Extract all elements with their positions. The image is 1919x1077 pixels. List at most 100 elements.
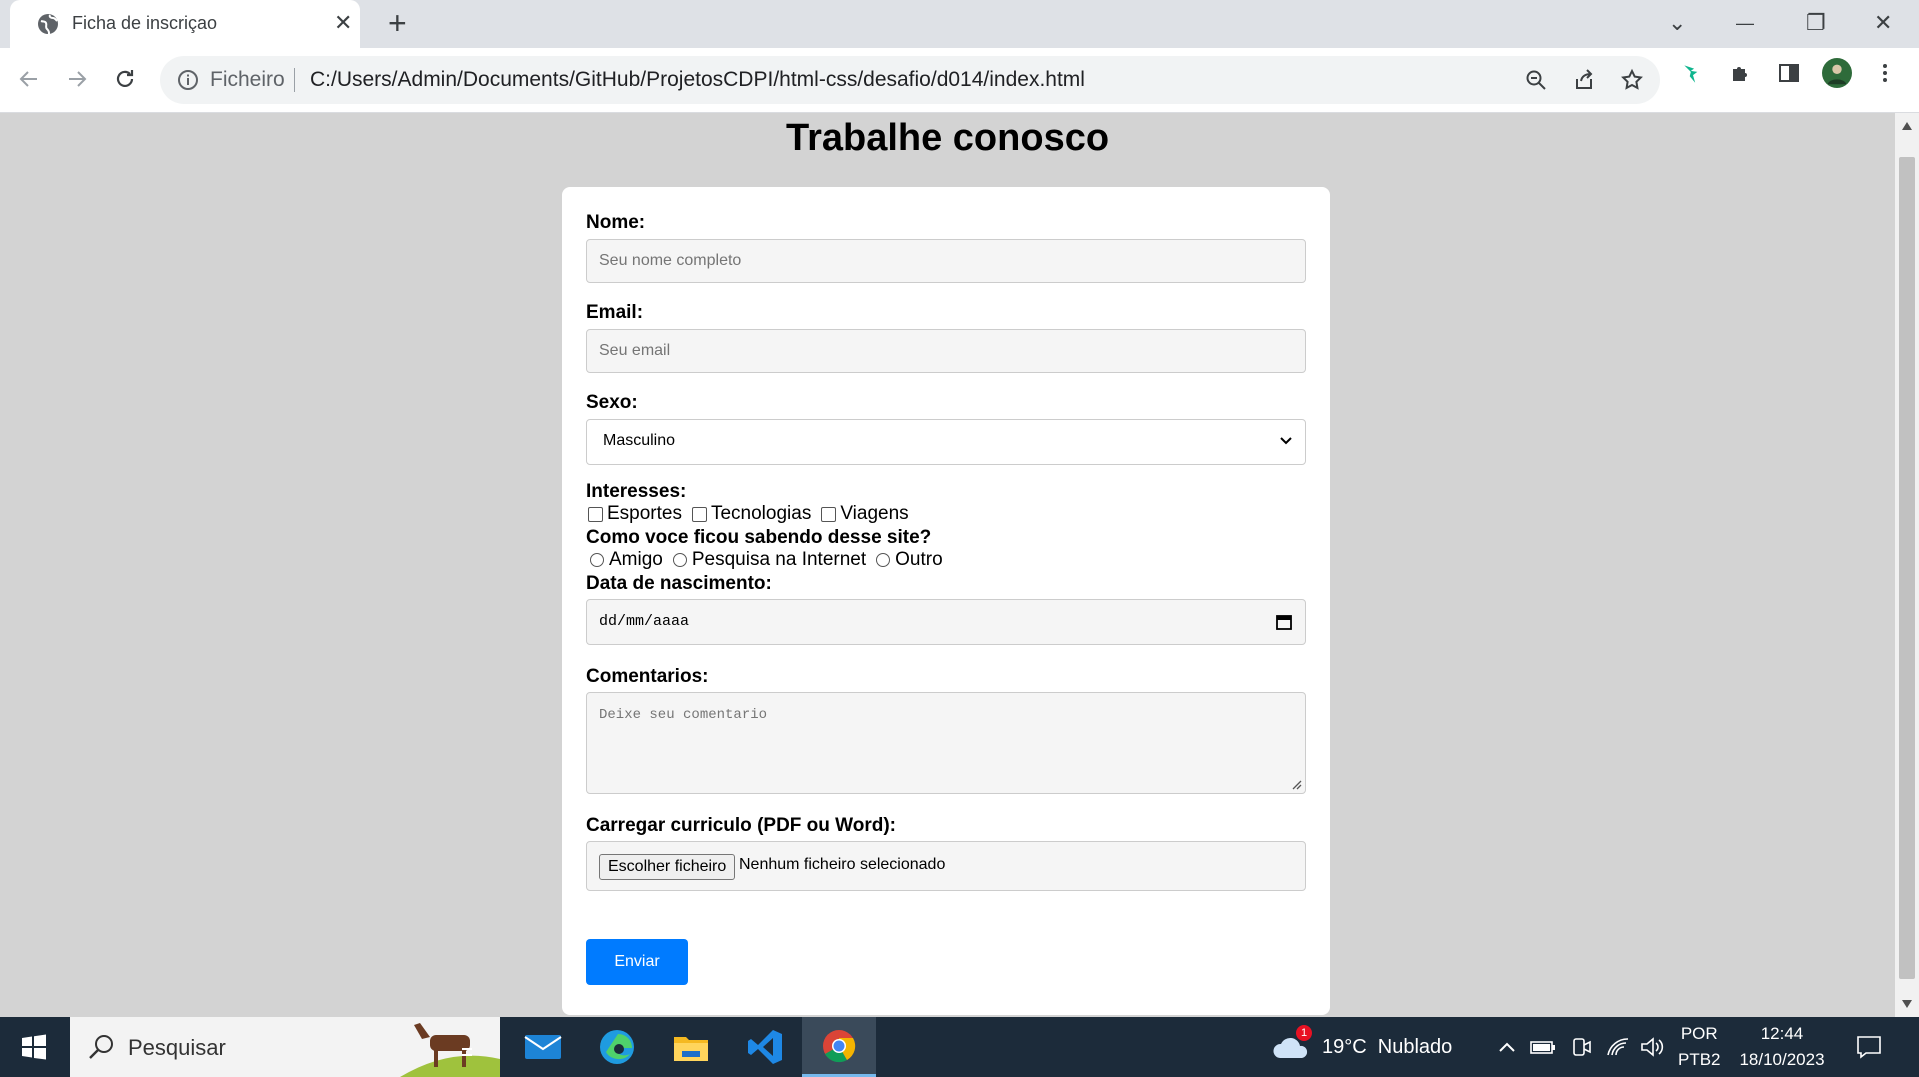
notification-icon bbox=[1857, 1036, 1881, 1059]
new-tab-button[interactable]: + bbox=[388, 6, 407, 40]
como-radio-group: Amigo Pesquisa na Internet Outro bbox=[586, 549, 943, 571]
camera-icon bbox=[1573, 1038, 1591, 1056]
reload-button[interactable] bbox=[108, 62, 142, 96]
comentarios-label: Comentarios: bbox=[586, 666, 709, 687]
show-hidden-icons[interactable] bbox=[1498, 1017, 1516, 1077]
checkbox-tecnologias-label: Tecnologias bbox=[710, 503, 812, 524]
curriculo-file-input[interactable]: Escolher ficheiro Nenhum ficheiro seleci… bbox=[586, 841, 1306, 891]
reload-icon bbox=[116, 70, 134, 87]
edge-icon bbox=[600, 1030, 634, 1064]
speaker-icon bbox=[1641, 1037, 1664, 1057]
checkbox-esportes[interactable] bbox=[588, 506, 603, 522]
clock-time: 12:44 bbox=[1760, 1024, 1804, 1043]
weather-widget[interactable]: 1 19°C Nublado bbox=[1272, 1017, 1452, 1077]
scroll-up-icon[interactable] bbox=[1901, 121, 1913, 131]
tab-active[interactable]: Ficha de inscriçao ✕ bbox=[10, 0, 360, 48]
comentarios-textarea[interactable]: Deixe seu comentario bbox=[586, 692, 1306, 794]
minimize-button[interactable]: — bbox=[1736, 6, 1754, 40]
battery-tray[interactable] bbox=[1530, 1017, 1556, 1077]
taskbar-edge-app[interactable] bbox=[580, 1017, 654, 1077]
share-icon[interactable] bbox=[1570, 66, 1598, 94]
page-viewport: Trabalhe conosco Nome: Seu nome completo… bbox=[0, 113, 1895, 1017]
profile-avatar[interactable] bbox=[1822, 58, 1852, 88]
submit-button[interactable]: Enviar bbox=[586, 939, 688, 985]
globe-icon bbox=[38, 14, 58, 35]
taskbar-mail-app[interactable] bbox=[506, 1017, 580, 1077]
nome-input[interactable]: Seu nome completo bbox=[586, 239, 1306, 283]
address-divider bbox=[294, 68, 295, 92]
tab-search-icon[interactable]: ⌄ bbox=[1668, 6, 1686, 40]
meet-tray[interactable] bbox=[1572, 1017, 1592, 1077]
browser-toolbar: Ficheiro C:/Users/Admin/Documents/GitHub… bbox=[0, 48, 1919, 113]
mail-icon bbox=[524, 1035, 562, 1059]
language-code: POR bbox=[1680, 1024, 1718, 1043]
clock[interactable]: 12:44 18/10/2023 bbox=[1734, 1017, 1830, 1077]
network-tray[interactable] bbox=[1606, 1017, 1630, 1077]
windows-taskbar: Pesquisar 1 19°C Nublado POR PTB2 12:44 … bbox=[0, 1017, 1919, 1077]
arrow-right-icon bbox=[69, 71, 87, 87]
application-form: Nome: Seu nome completo Email: Seu email… bbox=[562, 187, 1330, 1015]
extension-bird-icon[interactable] bbox=[1678, 58, 1708, 88]
radio-outro[interactable] bbox=[876, 553, 891, 567]
page-scrollbar[interactable] bbox=[1895, 113, 1919, 1017]
data-nascimento-label: Data de nascimento: bbox=[586, 573, 772, 594]
info-icon[interactable] bbox=[176, 68, 200, 92]
taskbar-explorer-app[interactable] bbox=[654, 1017, 728, 1077]
volume-tray[interactable] bbox=[1640, 1017, 1664, 1077]
menu-kebab-icon[interactable] bbox=[1870, 58, 1900, 88]
taskbar-vscode-app[interactable] bbox=[728, 1017, 802, 1077]
language-indicator[interactable]: POR PTB2 bbox=[1678, 1017, 1721, 1077]
taskbar-chrome-app[interactable] bbox=[802, 1017, 876, 1077]
start-button[interactable] bbox=[0, 1017, 68, 1077]
checkbox-viagens[interactable] bbox=[821, 506, 837, 522]
tab-strip: Ficha de inscriçao ✕ + ⌄ — ❐ ✕ bbox=[0, 0, 1919, 48]
chevron-down-icon bbox=[1280, 437, 1292, 445]
weather-badge: 1 bbox=[1296, 1025, 1312, 1041]
folder-icon bbox=[674, 1037, 708, 1061]
tab-close-icon[interactable]: ✕ bbox=[334, 11, 352, 35]
keyboard-layout: PTB2 bbox=[1678, 1050, 1721, 1069]
file-status-text: Nenhum ficheiro selecionado bbox=[739, 856, 946, 873]
scrollbar-thumb[interactable] bbox=[1899, 157, 1915, 979]
arrow-left-icon bbox=[19, 71, 37, 87]
search-icon bbox=[89, 1035, 113, 1059]
sexo-select[interactable]: Masculino bbox=[586, 419, 1306, 465]
restore-button[interactable]: ❐ bbox=[1806, 6, 1826, 40]
vscode-icon bbox=[748, 1030, 782, 1064]
url-text[interactable]: C:/Users/Admin/Documents/GitHub/Projetos… bbox=[310, 68, 1085, 92]
choose-file-button[interactable]: Escolher ficheiro bbox=[599, 854, 736, 880]
forward-button[interactable] bbox=[60, 62, 94, 96]
radio-amigo[interactable] bbox=[590, 553, 604, 567]
checkbox-esportes-label: Esportes bbox=[607, 503, 682, 524]
scroll-down-icon[interactable] bbox=[1901, 999, 1913, 1009]
sexo-label: Sexo: bbox=[586, 392, 638, 413]
battery-icon bbox=[1530, 1041, 1555, 1054]
data-nascimento-input[interactable]: dd/mm/aaaa bbox=[586, 599, 1306, 645]
windows-logo-icon bbox=[22, 1034, 46, 1060]
radio-pesquisa[interactable] bbox=[672, 553, 687, 567]
wifi-icon bbox=[1607, 1038, 1629, 1056]
comentarios-placeholder: Deixe seu comentario bbox=[599, 707, 768, 723]
email-input[interactable]: Seu email bbox=[586, 329, 1306, 373]
okapi-illustration-icon bbox=[400, 1023, 500, 1077]
checkbox-tecnologias[interactable] bbox=[691, 506, 707, 522]
notifications-button[interactable] bbox=[1856, 1017, 1882, 1077]
address-bar[interactable]: Ficheiro C:/Users/Admin/Documents/GitHub… bbox=[160, 56, 1660, 104]
back-button[interactable] bbox=[12, 62, 46, 96]
file-scheme-chip: Ficheiro bbox=[210, 68, 285, 91]
resize-handle-icon[interactable] bbox=[1290, 778, 1302, 790]
calendar-icon[interactable] bbox=[1275, 613, 1293, 631]
side-panel-icon[interactable] bbox=[1774, 58, 1804, 88]
clock-date: 18/10/2023 bbox=[1739, 1050, 1825, 1069]
date-placeholder: dd/mm/aaaa bbox=[599, 613, 690, 630]
checkbox-viagens-label: Viagens bbox=[840, 503, 909, 524]
close-window-button[interactable]: ✕ bbox=[1874, 6, 1892, 40]
bookmark-star-icon[interactable] bbox=[1618, 66, 1646, 94]
zoom-icon[interactable] bbox=[1522, 66, 1550, 94]
chevron-up-icon bbox=[1499, 1042, 1515, 1052]
extensions-puzzle-icon[interactable] bbox=[1726, 58, 1756, 88]
page-title: Trabalhe conosco bbox=[785, 117, 1110, 159]
interesses-label: Interesses: bbox=[586, 481, 687, 502]
nome-placeholder: Seu nome completo bbox=[599, 252, 742, 269]
taskbar-search[interactable]: Pesquisar bbox=[70, 1017, 500, 1077]
